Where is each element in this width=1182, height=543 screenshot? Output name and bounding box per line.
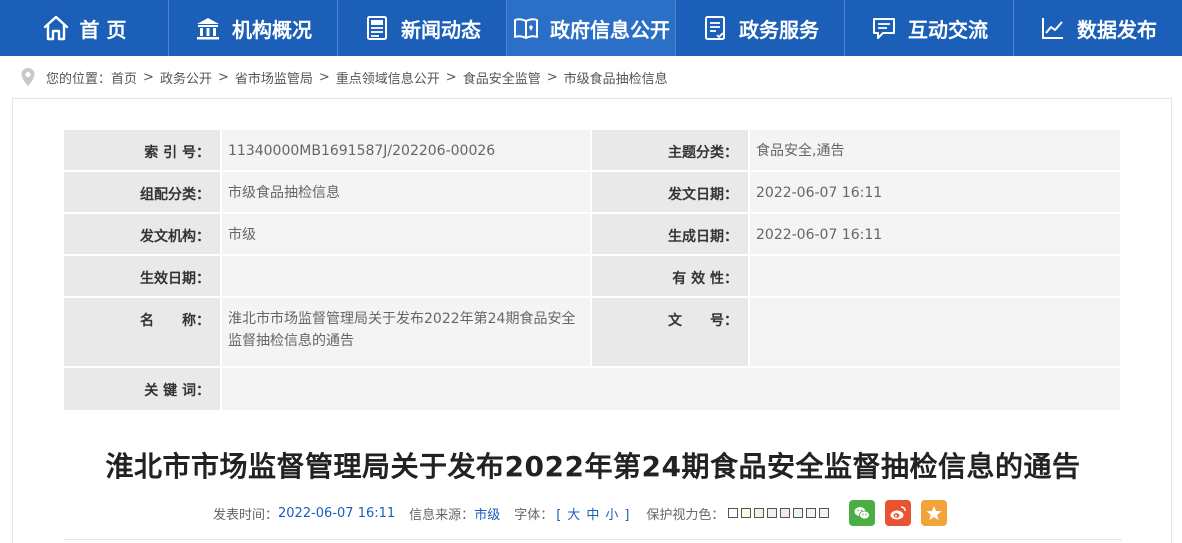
breadcrumb-food-safety[interactable]: 食品安全监管 (463, 68, 541, 87)
color-swatch[interactable] (806, 508, 817, 518)
building-icon (194, 14, 222, 42)
location-pin-icon (20, 67, 36, 87)
color-swatch[interactable] (780, 508, 791, 518)
index-label: 索 引 号： (64, 130, 222, 170)
color-swatch[interactable] (728, 508, 739, 518)
issue-date-value: 2022-06-07 16:11 (750, 172, 1120, 212)
chat-icon (870, 14, 898, 42)
issuer-label: 发文机构： (64, 214, 222, 254)
group-value: 市级食品抽检信息 (222, 172, 592, 212)
publish-time-label: 发表时间： (213, 507, 279, 523)
nav-item-label: 机构概况 (232, 17, 312, 42)
metadata-row: 生效日期： 有 效 性： (64, 256, 1122, 298)
font-small-button[interactable]: 小 (605, 508, 618, 523)
breadcrumb-separator: > (143, 69, 154, 85)
keywords-label: 关 键 词： (64, 368, 222, 410)
nav-item-label: 数据发布 (1077, 17, 1157, 42)
doc-number-label: 文 号： (592, 298, 750, 366)
nav-item-about[interactable]: 机构概况 (169, 0, 338, 56)
keywords-value (222, 368, 1120, 410)
effective-date-value (222, 256, 592, 296)
color-swatch[interactable] (741, 508, 752, 518)
main-content: 索 引 号： 11340000MB1691587J/202206-00026 主… (12, 98, 1172, 543)
breadcrumb-separator: > (445, 69, 457, 85)
font-large-button[interactable]: 大 (567, 508, 580, 523)
breadcrumb-separator: > (318, 69, 330, 85)
color-swatch[interactable] (767, 508, 778, 518)
breadcrumb-prefix: 您的位置： (46, 71, 112, 87)
breadcrumb-key-areas[interactable]: 重点领域信息公开 (336, 68, 440, 87)
name-value: 淮北市市场监督管理局关于发布2022年第24期食品安全监督抽检信息的通告 (222, 298, 592, 366)
metadata-row: 组配分类： 市级食品抽检信息 发文日期： 2022-06-07 16:11 (64, 172, 1122, 214)
breadcrumb-provincial-bureau[interactable]: 省市场监管局 (235, 68, 313, 87)
nav-item-label: 互动交流 (908, 17, 988, 42)
font-size-label: 字体： (514, 507, 554, 523)
nav-item-label: 首 页 (79, 17, 127, 42)
source-value: 市级 (474, 507, 501, 523)
eye-protection-label: 保护视力色： (646, 507, 725, 523)
source-label: 信息来源： (409, 507, 475, 523)
nav-item-interaction[interactable]: 互动交流 (845, 0, 1014, 56)
nav-item-label: 政府信息公开 (550, 17, 670, 42)
book-icon (512, 14, 540, 42)
publish-time-value: 2022-06-07 16:11 (278, 505, 396, 521)
eye-protection-swatches (728, 508, 830, 518)
nav-item-data[interactable]: 数据发布 (1014, 0, 1182, 56)
nav-item-gov-info[interactable]: 政府信息公开 (507, 0, 676, 56)
breadcrumb-separator: > (217, 69, 229, 85)
name-label: 名 称： (64, 298, 222, 366)
favorite-button[interactable] (921, 500, 948, 526)
divider (64, 539, 1122, 540)
color-swatch[interactable] (819, 508, 830, 518)
color-swatch[interactable] (793, 508, 804, 518)
metadata-table: 索 引 号： 11340000MB1691587J/202206-00026 主… (64, 130, 1122, 410)
nav-item-label: 政务服务 (739, 17, 819, 42)
home-icon (42, 14, 70, 42)
issuer-value: 市级 (222, 214, 592, 254)
font-bracket-close: ] (624, 507, 630, 523)
nav-item-services[interactable]: 政务服务 (676, 0, 845, 56)
clipboard-icon (701, 14, 729, 42)
breadcrumb-city-inspection[interactable]: 市级食品抽检信息 (564, 68, 668, 87)
group-label: 组配分类： (64, 172, 222, 212)
chart-icon (1039, 14, 1067, 42)
top-nav: 首 页 机构概况 新闻动态 政府信息公开 政务服务 互动交流 数据发布 (0, 0, 1182, 56)
favorite-icon (926, 506, 942, 520)
article-title: 淮北市市场监督管理局关于发布2022年第24期食品安全监督抽检信息的通告 (105, 450, 1081, 483)
breadcrumb-home[interactable]: 首页 (111, 68, 137, 87)
index-value: 11340000MB1691587J/202206-00026 (222, 130, 592, 170)
created-date-label: 生成日期： (592, 214, 750, 254)
news-icon (363, 14, 391, 42)
breadcrumb-gov-affairs[interactable]: 政务公开 (160, 68, 212, 87)
metadata-row: 名 称： 淮北市市场监督管理局关于发布2022年第24期食品安全监督抽检信息的通… (64, 298, 1122, 368)
font-medium-button[interactable]: 中 (586, 508, 599, 523)
nav-item-label: 新闻动态 (401, 17, 481, 42)
effective-date-label: 生效日期： (64, 256, 222, 296)
topic-label: 主题分类： (592, 130, 750, 170)
article-info-bar: 发表时间： 2022-06-07 16:11 信息来源： 市级 字体： [ 大中小… (213, 499, 957, 527)
weibo-icon (890, 506, 907, 520)
share-weibo-button[interactable] (885, 500, 912, 526)
topic-value: 食品安全,通告 (750, 130, 1120, 170)
created-date-value: 2022-06-07 16:11 (750, 214, 1120, 254)
font-bracket-open: [ (556, 507, 562, 523)
validity-label: 有 效 性： (592, 256, 750, 296)
share-wechat-button[interactable] (849, 500, 876, 526)
wechat-icon (854, 507, 871, 520)
nav-item-news[interactable]: 新闻动态 (338, 0, 507, 56)
font-size-controls: [ 大中小] (553, 504, 632, 523)
metadata-row: 发文机构： 市级 生成日期： 2022-06-07 16:11 (64, 214, 1122, 256)
color-swatch[interactable] (754, 508, 765, 518)
metadata-row: 索 引 号： 11340000MB1691587J/202206-00026 主… (64, 130, 1122, 172)
doc-number-value (750, 298, 1120, 366)
issue-date-label: 发文日期： (592, 172, 750, 212)
breadcrumb-separator: > (546, 69, 558, 85)
validity-value (750, 256, 1120, 296)
breadcrumb: 您的位置： 首页 > 政务公开 > 省市场监管局 > 重点领域信息公开 > 食品… (20, 66, 668, 88)
metadata-row: 关 键 词： (64, 368, 1122, 410)
nav-item-home[interactable]: 首 页 (0, 0, 169, 56)
